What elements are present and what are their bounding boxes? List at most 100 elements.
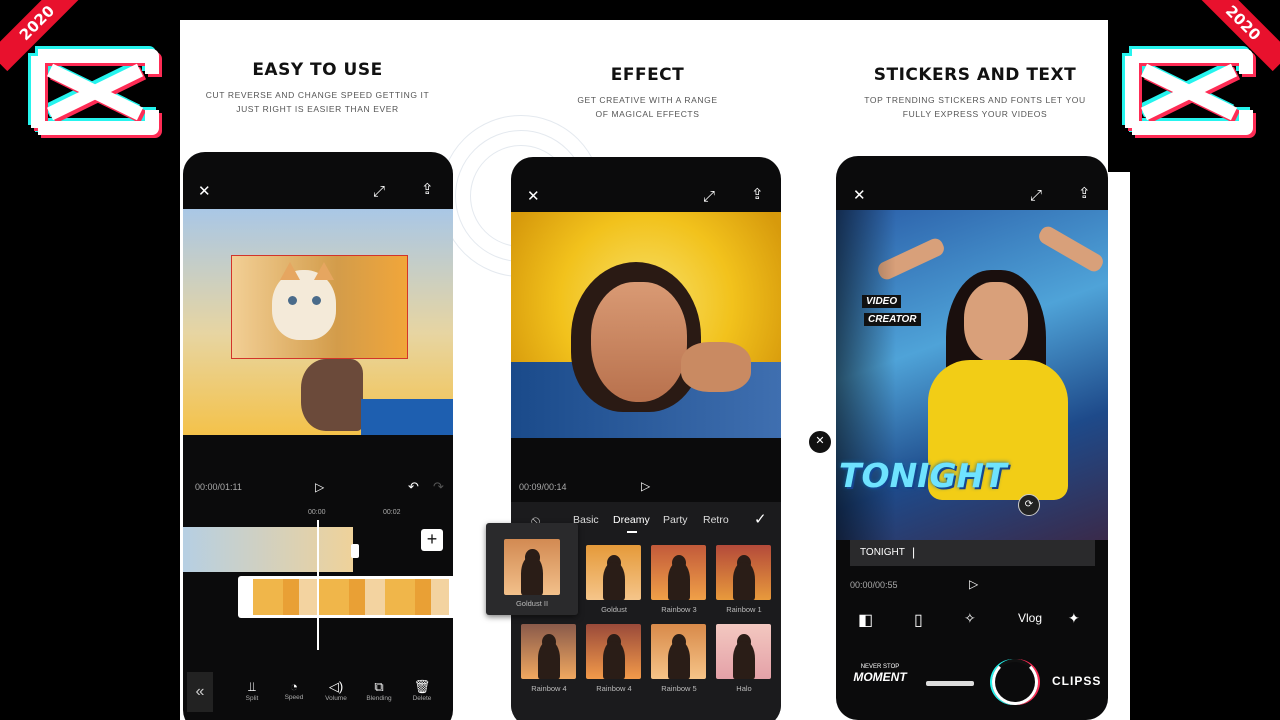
text-input-value: TONIGHT (860, 547, 905, 558)
close-icon[interactable]: ✕ (198, 184, 211, 199)
filter-label: Halo (736, 684, 752, 693)
confirm-check-icon[interactable]: ✓ (754, 510, 767, 528)
tool-label: Volume (325, 695, 347, 702)
filter-thumb-goldust[interactable] (586, 545, 641, 600)
cat-eye (288, 296, 297, 305)
section-stickers: STICKERS AND TEXT TOP TRENDING STICKERS … (840, 65, 1108, 121)
filter-thumb-rainbow4b[interactable] (586, 624, 641, 679)
export-icon[interactable]: ⇪ (1078, 186, 1091, 201)
tool-blending[interactable]: ⧉ Blending (359, 679, 399, 702)
clip-track-2[interactable] (238, 576, 453, 618)
tool-delete[interactable]: 🗑 Delete (403, 679, 441, 702)
undo-icon[interactable]: ↶ (408, 479, 419, 495)
tool-speed[interactable]: ◔ Speed (275, 679, 313, 701)
vlog-tab[interactable]: Vlog (1018, 611, 1042, 625)
tab-retro[interactable]: Retro (703, 514, 729, 526)
close-icon[interactable]: ✕ (527, 189, 540, 204)
face-image (591, 282, 687, 402)
filter-label: Rainbow 4 (596, 684, 632, 693)
cat-clip-frame[interactable] (231, 255, 408, 359)
video-creator-sticker[interactable]: VIDEO CREATOR (862, 291, 921, 327)
phone-stickers: ✕ ⤢ ⇪ VIDEO CREATOR TONIGHT ⟳ TONIGHT | … (836, 156, 1108, 720)
tab-dreamy[interactable]: Dreamy (613, 514, 650, 526)
selected-filter-card[interactable]: Goldust II (486, 523, 578, 615)
face-image (964, 282, 1028, 362)
tab-indicator (627, 531, 637, 533)
cat-clip-frames (253, 579, 449, 615)
redo-icon[interactable]: ↷ (433, 479, 444, 495)
section-effect: EFFECT GET CREATIVE WITH A RANGE OF MAGI… (520, 65, 775, 121)
export-icon[interactable]: ⇪ (751, 187, 764, 202)
ruler-tick: 00:02 (383, 509, 401, 516)
filter-label: Goldust II (515, 599, 549, 608)
back-button[interactable]: « (187, 672, 213, 712)
stars-icon[interactable]: ✦ (1068, 610, 1080, 627)
filter-thumb-rainbow4[interactable] (521, 624, 576, 679)
speed-icon: ◔ (290, 679, 298, 694)
tool-volume[interactable]: ◁) Volume (317, 679, 355, 702)
close-icon[interactable]: ✕ (853, 188, 866, 203)
split-icon: ⫫ (248, 679, 256, 694)
section-title: EFFECT (610, 65, 685, 85)
moment-sticker[interactable]: NEVER STOP MOMENT (850, 664, 910, 684)
section-subtitle: FULLY EXPRESS YOUR VIDEOS (902, 109, 1048, 119)
tool-label: Delete (412, 695, 432, 702)
clip-handle[interactable] (351, 544, 359, 558)
tab-party[interactable]: Party (663, 514, 688, 526)
smiley-sticker[interactable] (992, 659, 1038, 705)
add-clip-button[interactable]: + (421, 529, 443, 551)
delete-icon: 🗑 (413, 679, 431, 694)
fullscreen-icon[interactable]: ⤢ (373, 184, 385, 199)
filter-label: Rainbow 3 (661, 605, 697, 614)
phone-frame-icon[interactable]: ▯ (914, 610, 923, 630)
filter-thumb-rainbow3[interactable] (651, 545, 706, 600)
section-subtitle: GET CREATIVE WITH A RANGE (577, 95, 718, 105)
filter-thumb-rainbow5[interactable] (651, 624, 706, 679)
section-subtitle: OF MAGICAL EFFECTS (595, 109, 700, 119)
fullscreen-icon[interactable]: ⤢ (703, 189, 715, 204)
blending-icon: ⧉ (374, 679, 384, 694)
sparkle-text-icon[interactable]: ✧ (964, 610, 976, 627)
section-easy: EASY TO USE CUT REVERSE AND CHANGE SPEED… (190, 60, 445, 116)
text-input-field[interactable]: TONIGHT | (850, 540, 1095, 566)
play-icon[interactable]: ▷ (315, 480, 324, 494)
volume-icon: ◁) (328, 679, 344, 694)
clipss-sticker[interactable]: CLIPSS (1052, 674, 1101, 688)
video-preview[interactable] (511, 212, 781, 438)
clip-track-1[interactable] (183, 527, 353, 572)
export-icon[interactable]: ⇪ (421, 182, 434, 197)
timecode: 00:09/00:14 (519, 482, 567, 492)
delete-sticker-button[interactable]: ✕ (808, 430, 832, 454)
sticker-line: CREATOR (864, 313, 921, 326)
play-icon[interactable]: ▷ (969, 577, 978, 591)
filter-thumb-halo[interactable] (716, 624, 771, 679)
sticker-main-text: MOMENT (853, 670, 907, 684)
section-title: EASY TO USE (252, 60, 383, 80)
tonight-text-overlay[interactable]: TONIGHT (836, 456, 1108, 495)
cat-eye (312, 296, 321, 305)
section-subtitle: TOP TRENDING STICKERS AND FONTS LET YOU (864, 95, 1086, 105)
cat-ear (280, 262, 300, 280)
hand-image (681, 342, 751, 392)
slider-sticker[interactable] (926, 681, 974, 686)
filter-thumb-rainbow1[interactable] (716, 545, 771, 600)
section-subtitle: JUST RIGHT IS EASIER THAN EVER (236, 104, 399, 114)
rotate-handle-icon[interactable]: ⟳ (1018, 494, 1040, 516)
section-subtitle: CUT REVERSE AND CHANGE SPEED GETTING IT (205, 90, 430, 100)
filter-label: Rainbow 1 (726, 605, 762, 614)
tool-split[interactable]: ⫫ Split (233, 679, 271, 702)
ruler-tick: 00:00 (308, 509, 326, 516)
timecode: 00:00/00:55 (850, 580, 898, 590)
arm-image (1036, 223, 1106, 275)
filter-label: Rainbow 5 (661, 684, 697, 693)
video-preview[interactable] (183, 209, 453, 435)
sticker-tab-icon[interactable]: ◧ (858, 610, 873, 630)
filter-label: Rainbow 4 (531, 684, 567, 693)
filter-label: Goldust (601, 605, 627, 614)
play-icon[interactable]: ▷ (641, 479, 650, 493)
timecode: 00:00/01:11 (195, 482, 242, 492)
filter-thumb-goldust2 (504, 539, 560, 595)
tool-label: Speed (284, 694, 304, 701)
playhead[interactable] (317, 520, 319, 650)
fullscreen-icon[interactable]: ⤢ (1030, 188, 1042, 203)
